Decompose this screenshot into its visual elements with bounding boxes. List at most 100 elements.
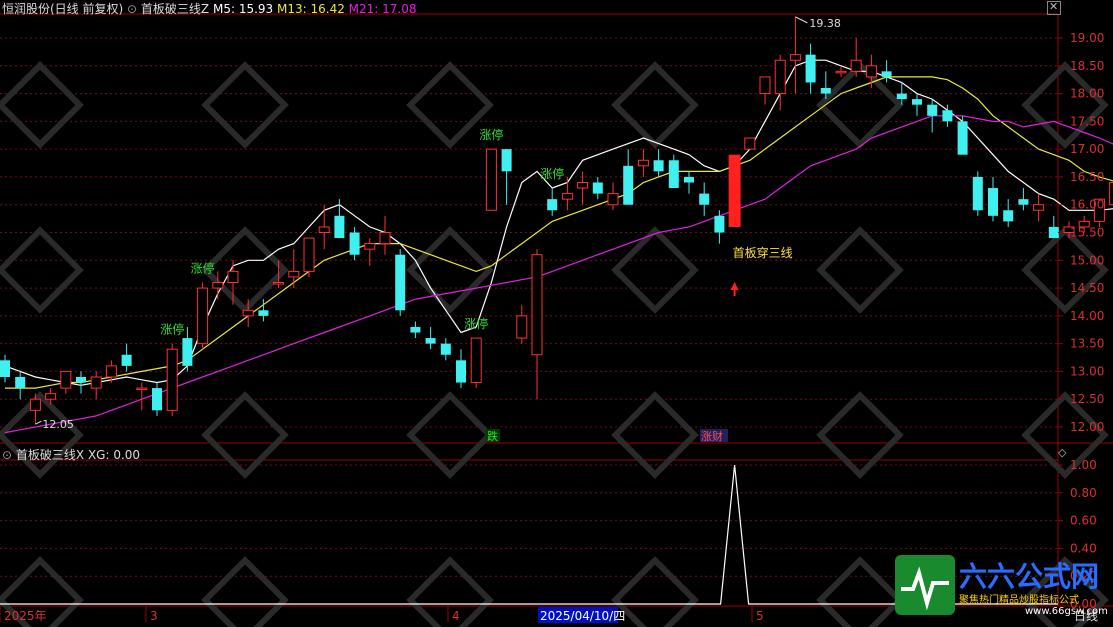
watermark-diamond	[816, 226, 904, 314]
price-tick-label: 15.00	[1070, 253, 1104, 267]
candle-body-up	[105, 365, 117, 378]
low-price-label: 12.05	[42, 418, 74, 431]
candle-body-down	[349, 232, 360, 255]
indicator-name[interactable]: 首板破三线Z	[141, 2, 209, 16]
candle-body-down	[334, 215, 345, 239]
candle-body-up	[364, 243, 376, 250]
candle-body-up	[470, 337, 482, 384]
main-header: 恒润股份(日线 前复权) ⊙ 首板破三线Z M5: 15.93 M13: 16.…	[2, 0, 417, 17]
limit-up-label: 涨停	[191, 261, 215, 276]
candle-body-down	[501, 149, 512, 172]
candle-body-down	[927, 104, 938, 116]
high-price-label: 19.38	[809, 17, 841, 30]
stock-title[interactable]: 恒润股份(日线 前复权)	[2, 2, 123, 16]
price-tick-label: 14.50	[1070, 281, 1104, 295]
header-dot-icon[interactable]: ⊙	[127, 2, 137, 16]
watermark-diamond	[611, 226, 699, 314]
candle-body-down	[121, 354, 132, 366]
stock-chart: 涨停涨停涨停涨停涨停首板穿三线19.3812.05跌 涨财 12.0012.501…	[0, 13, 1113, 627]
sub-header: ⊙ 首板破三线X XG: 0.00	[2, 446, 140, 463]
candle-body-up	[637, 159, 649, 167]
price-tick-label: 18.50	[1070, 59, 1104, 73]
grid-lines	[0, 13, 1113, 607]
candle-body-up	[1109, 181, 1113, 206]
limit-up-label: 涨停	[479, 127, 503, 142]
price-axis: 12.00 12.50 13.00 13.50 14.00 14.50 15.00 15.50…	[1058, 31, 1104, 611]
candle-body-down	[15, 376, 26, 389]
candlestick-series	[0, 16, 1113, 425]
watermark-diamond	[611, 61, 699, 149]
candle-body-down	[152, 388, 162, 411]
candle-body-up	[1033, 204, 1045, 211]
sub-dot-icon[interactable]: ⊙	[2, 448, 12, 462]
candle-body-down	[1018, 199, 1029, 205]
candle-body-up	[850, 59, 862, 72]
watermark-diamond	[201, 556, 289, 627]
candle-body-down	[425, 338, 436, 344]
candle-body-down	[395, 254, 406, 311]
m21-readout: M21: 17.08	[348, 2, 417, 16]
candle-body-up	[212, 282, 224, 289]
watermark-diamond	[1021, 61, 1109, 149]
limit-up-label: 涨停	[540, 166, 564, 181]
candle-body-up	[288, 270, 300, 278]
candle-body-up	[227, 270, 239, 284]
candle-body-down	[547, 199, 558, 211]
candle-body-up	[166, 348, 178, 411]
candle-body-up	[273, 282, 285, 285]
logo-url: www.66gsw.com	[1025, 606, 1108, 617]
candle-body-up	[29, 398, 41, 411]
price-tick-label: 13.00	[1070, 364, 1104, 378]
watermark-diamond	[201, 391, 289, 479]
candle-body-up	[531, 254, 543, 356]
watermark-diamond	[406, 556, 494, 627]
candle-body-down	[76, 376, 86, 383]
month-4-label: 4	[452, 609, 460, 623]
candle-body-down	[182, 338, 193, 366]
window-close-button[interactable]: ✕	[1047, 0, 1061, 15]
candle-body-down	[1048, 226, 1059, 239]
high-pointer	[795, 16, 808, 24]
candle-body-down	[440, 343, 451, 355]
candle-body-up	[197, 287, 209, 345]
candle-body-down	[699, 193, 710, 205]
price-tick-label: 13.50	[1070, 337, 1104, 351]
sub-tick-label: 0.80	[1070, 486, 1097, 500]
candle-body-up	[835, 70, 847, 74]
site-logo: 六六公式网 聚焦热门精品炒股指标公式 www.66gsw.com	[895, 555, 1113, 619]
candle-body-up	[242, 309, 254, 317]
candle-body-up	[516, 315, 528, 339]
watermark-diamond	[201, 61, 289, 149]
signal-candle	[728, 154, 741, 227]
sub-indicator-name[interactable]: 首板破三线X	[16, 448, 84, 462]
candle-body-down	[805, 54, 816, 83]
candle-body-down	[592, 182, 603, 194]
candle-body-up	[865, 65, 877, 78]
price-tick-label: 15.50	[1070, 226, 1104, 240]
candle-body-down	[456, 360, 466, 383]
candle-body-down	[668, 160, 679, 189]
price-tick-label: 12.50	[1070, 392, 1104, 406]
limit-up-label: 涨停	[464, 316, 488, 331]
watermark-diamond	[0, 226, 84, 314]
sub-tick-label: 0.40	[1070, 541, 1097, 555]
candle-body-up	[303, 237, 315, 272]
price-tick-label: 19.00	[1070, 31, 1104, 45]
sub-tick-label: 1.00	[1070, 458, 1097, 472]
cursor-date-label: 2025/04/10/四	[540, 609, 625, 623]
xg-readout: XG: 0.00	[87, 448, 141, 462]
candle-body-down	[623, 165, 634, 205]
candle-body-down	[653, 160, 664, 172]
watermark-diamond	[816, 556, 904, 627]
candle-body-down	[410, 326, 421, 333]
logo-emblem-icon	[895, 555, 955, 615]
watermark-diamond	[611, 391, 699, 479]
candle-body-up	[577, 181, 589, 189]
candle-body-up	[485, 148, 497, 211]
candle-body-up	[60, 370, 72, 389]
candle-body-down	[912, 99, 922, 105]
candle-body-up	[379, 232, 391, 245]
sub-collapse-icon[interactable]: ◇	[1058, 446, 1066, 459]
m5-readout: M5: 15.93	[212, 2, 274, 16]
year-label: 2025年	[4, 609, 47, 623]
